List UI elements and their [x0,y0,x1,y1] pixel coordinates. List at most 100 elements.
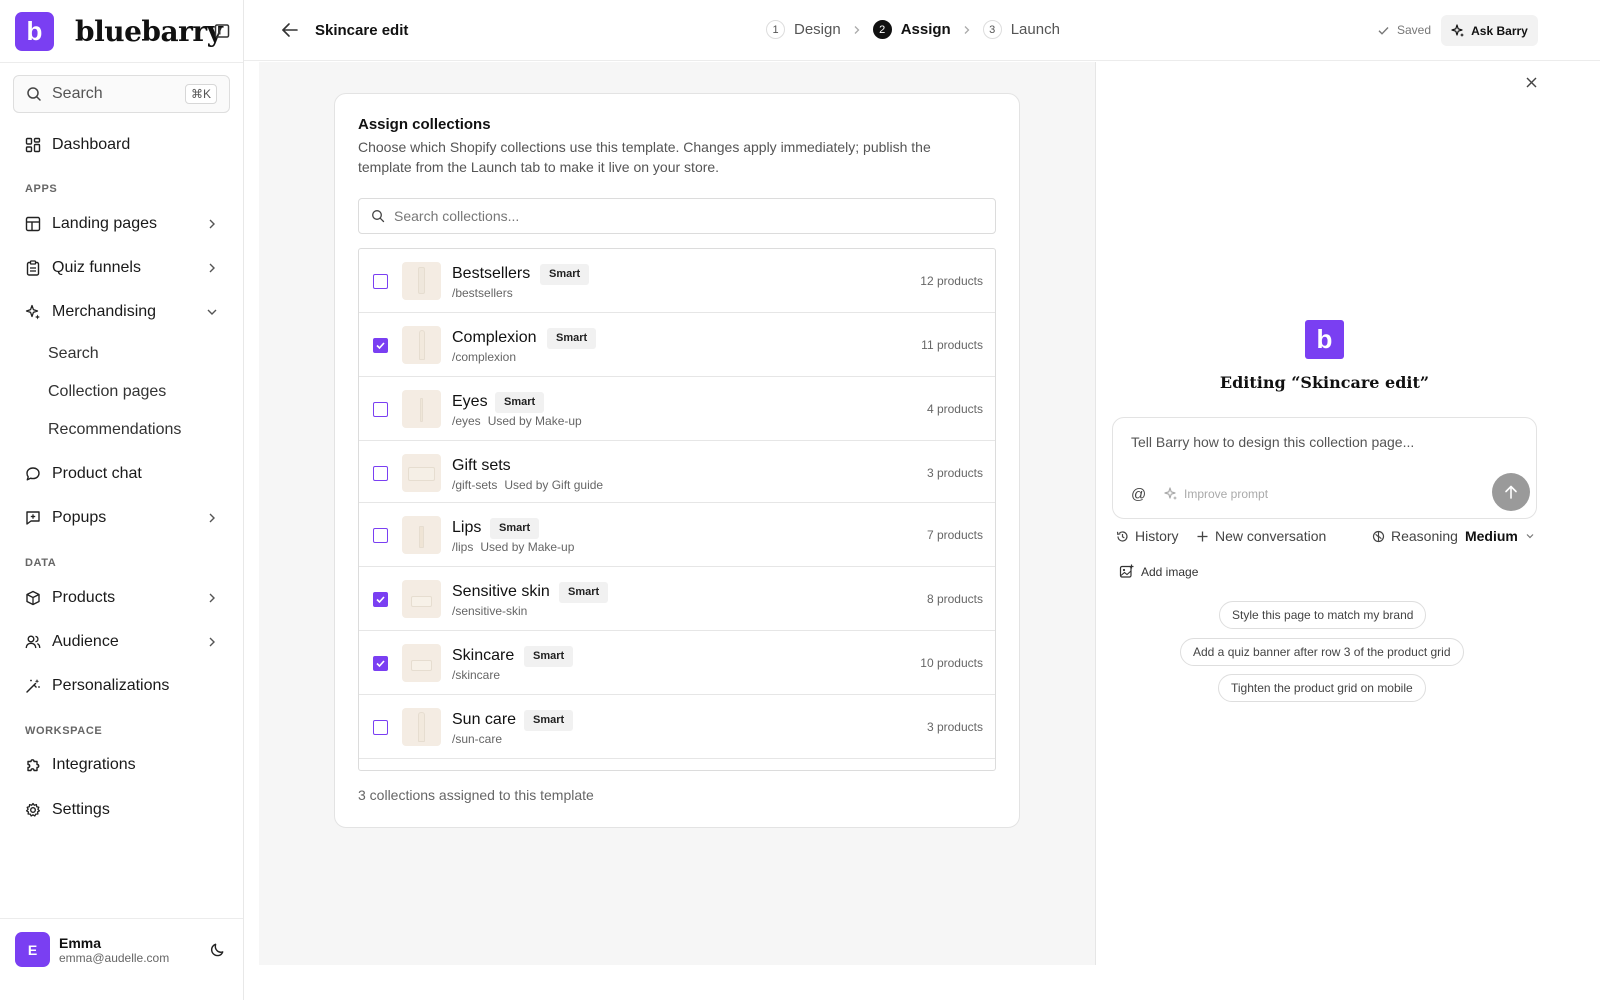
step-number: 3 [982,20,1002,39]
collection-row-sensitive-skin[interactable]: Sensitive skin Smart /sensitive-skin 8 p… [359,567,995,631]
history-icon [1116,530,1128,542]
collection-name: Eyes [452,393,488,410]
smart-badge: Smart [524,710,574,731]
checkmark-icon [376,596,385,604]
nav-products[interactable]: Products [25,586,220,610]
sparkle-icon [1164,487,1177,500]
row-checkbox[interactable] [373,592,388,607]
collection-name: Complexion [452,329,537,346]
collection-handle: /lips Used by Make-up [452,540,574,554]
product-thumbnail [402,644,441,682]
nav-integrations[interactable]: Integrations [25,753,220,777]
nav-settings[interactable]: Settings [25,798,220,822]
nav-dashboard[interactable]: Dashboard [25,133,220,157]
nav-audience[interactable]: Audience [25,630,220,654]
nav-landing-pages[interactable]: Landing pages [25,212,220,236]
reasoning-select[interactable]: Reasoning Medium [1372,528,1535,544]
brand[interactable]: b bluebarry [15,12,223,51]
stepper: 1 Design 2 Assign 3 Launch [766,20,1060,39]
collection-row-bestsellers[interactable]: Bestsellers Smart /bestsellers 12 produc… [359,249,995,313]
back-arrow-icon[interactable] [281,22,299,38]
add-image-label: Add image [1141,564,1199,579]
sidebar-search[interactable]: Search ⌘K [13,75,230,113]
reasoning-value: Medium [1464,528,1518,544]
suggestion-chip[interactable]: Tighten the product grid on mobile [1218,674,1426,702]
collection-row-gift-sets[interactable]: Gift sets /gift-sets Used by Gift guide 3… [359,441,995,503]
section-workspace: WORKSPACE [25,725,103,737]
mention-at-icon[interactable]: @ [1131,486,1146,503]
product-thumbnail [402,390,441,428]
collection-handle: /sensitive-skin [452,604,528,618]
brand-logo[interactable]: b [15,12,54,51]
used-by: Used by Make-up [487,414,582,428]
panel-divider [1095,62,1096,965]
collection-handle: /skincare [452,668,501,682]
collection-row-sun-care[interactable]: Sun care Smart /sun-care 3 products [359,695,995,759]
suggestion-chip[interactable]: Add a quiz banner after row 3 of the pro… [1180,638,1464,666]
step-assign[interactable]: 2 Assign [872,20,951,39]
product-thumbnail [402,326,441,364]
sparkle-icon [25,304,40,320]
sidebar-search-placeholder: Search [52,85,103,102]
barry-logo: b [1305,320,1344,359]
collection-search-input[interactable] [394,208,954,224]
users-icon [25,635,41,649]
used-by: Used by Make-up [480,540,575,554]
step-label: Design [794,21,841,38]
collection-row-eyes[interactable]: Eyes Smart /eyes Used by Make-up 4 produc… [359,377,995,441]
chevron-right-icon [854,25,860,34]
handle-path: /eyes [452,414,481,428]
collection-row-skincare[interactable]: Skincare Smart /skincare 10 products [359,631,995,695]
product-count: 12 products [920,274,983,288]
product-count: 3 products [926,720,983,734]
row-checkbox[interactable] [373,402,388,417]
nav-quiz-funnels-label: Quiz funnels [52,259,141,276]
collection-row-complexion[interactable]: Complexion Smart /complexion 11 products [359,313,995,377]
collection-list[interactable]: Bestsellers Smart /bestsellers 12 produc… [358,248,996,771]
collection-search[interactable] [358,198,996,234]
nav-audience-label: Audience [52,633,119,650]
row-checkbox[interactable] [373,274,388,289]
nav-product-chat[interactable]: Product chat [25,462,220,486]
nav-quiz-funnels[interactable]: Quiz funnels [25,256,220,280]
sub-item-collection-pages[interactable]: Collection pages [48,383,166,401]
sidebar-collapse-icon[interactable] [214,23,230,39]
sub-item-recommendations[interactable]: Recommendations [48,421,181,439]
box-icon [26,590,40,606]
product-count: 3 products [926,466,983,480]
nav-merchandising-label: Merchandising [52,303,157,320]
step-launch[interactable]: 3 Launch [982,20,1060,39]
avatar[interactable]: E [15,932,50,967]
chevron-right-icon [209,219,215,229]
product-count: 10 products [920,656,983,670]
ask-barry-button[interactable]: Ask Barry [1441,15,1538,46]
moon-icon[interactable] [208,940,227,959]
row-checkbox[interactable] [373,528,388,543]
chevron-down-icon [1526,534,1534,539]
row-checkbox[interactable] [373,656,388,671]
product-thumbnail [402,516,441,554]
check-icon [1378,26,1389,35]
add-image-button[interactable]: Add image [1119,564,1198,579]
collection-row-lips[interactable]: Lips Smart /lips Used by Make-up 7 produc… [359,503,995,567]
nav-merchandising[interactable]: Merchandising [25,300,220,324]
new-conversation-button[interactable]: New conversation [1196,528,1326,544]
row-checkbox[interactable] [373,466,388,481]
nav-popups[interactable]: Popups [25,506,220,530]
nav-settings-label: Settings [52,801,110,818]
improve-prompt-button[interactable]: Improve prompt [1164,487,1268,501]
send-button[interactable] [1492,473,1530,511]
used-by: Used by Gift guide [504,478,604,492]
collection-handle: /bestsellers [452,286,513,300]
brand-name: bluebarry [75,15,223,48]
nav-personalizations[interactable]: Personalizations [25,674,220,698]
row-checkbox[interactable] [373,338,388,353]
history-button[interactable]: History [1116,528,1179,544]
prompt-input[interactable] [1131,434,1511,450]
step-design[interactable]: 1 Design [766,20,841,39]
close-icon[interactable] [1525,76,1538,89]
suggestion-chip[interactable]: Style this page to match my brand [1219,601,1427,629]
product-thumbnail [402,708,441,746]
row-checkbox[interactable] [373,720,388,735]
sub-item-search[interactable]: Search [48,345,99,363]
